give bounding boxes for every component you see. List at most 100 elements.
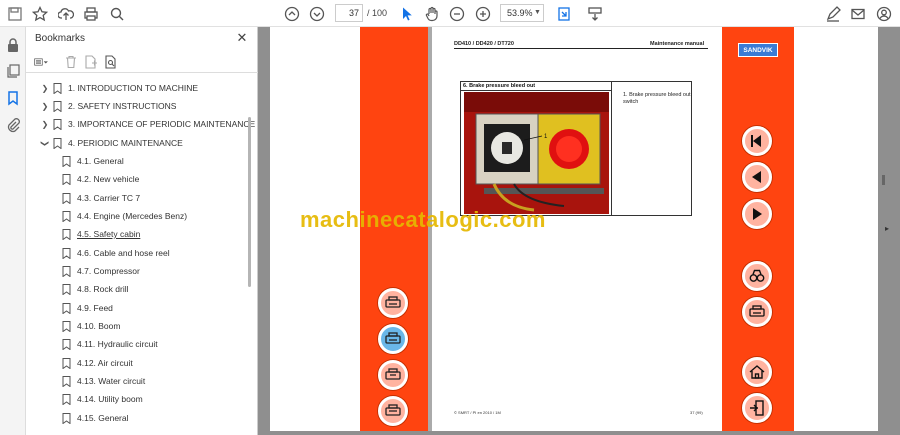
home-button[interactable] [742,357,772,387]
page-down-icon[interactable] [306,3,328,25]
mail-icon[interactable] [847,3,869,25]
star-icon[interactable] [29,3,51,25]
bookmark-item[interactable]: 4.15. General [62,409,129,427]
bookmark-toolbar [26,51,258,73]
bookmark-label: 4.9. Feed [77,303,113,313]
page-up-icon[interactable] [281,3,303,25]
bookmark-label: 4.10. Boom [77,321,121,331]
account-icon[interactable] [873,3,895,25]
zoom-out-icon[interactable] [446,3,468,25]
bookmark-item[interactable]: 4.13. Water circuit [62,372,145,390]
scroll-mode-icon[interactable] [584,3,606,25]
save-icon[interactable] [4,3,26,25]
bookmark-item[interactable]: ❯ 2. SAFETY INSTRUCTIONS [40,97,176,115]
bookmark-item[interactable]: 4.8. Rock drill [62,280,129,298]
bookmark-icon[interactable] [5,90,21,106]
bookmark-icon [62,375,71,387]
bookmark-item[interactable]: ❯ 3. IMPORTANCE OF PERIODIC MAINTENANCE [40,115,255,133]
print-manual-button[interactable] [742,297,772,327]
bookmark-icon [62,247,71,259]
bookmark-label: 4.13. Water circuit [77,376,146,386]
bookmark-label: 4.5. Safety cabin [77,229,141,239]
bookmark-item[interactable]: 4.6. Cable and hose reel [62,244,170,262]
bookmark-label: 4.7. Compressor [77,266,140,276]
bookmark-label: 4.3. Carrier TC 7 [77,193,141,203]
next-page-button[interactable] [742,199,772,229]
bookmark-item[interactable]: ❯ 4. PERIODIC MAINTENANCE [40,134,183,152]
pages-icon[interactable] [5,63,21,79]
bookmark-item[interactable]: 4.7. Compressor [62,262,140,280]
main-toolbar: 37 / 100 53.9% ▼ [0,0,900,27]
print-setup-button[interactable] [378,396,408,426]
bookmark-item[interactable]: 4.5. Safety cabin [62,225,140,243]
new-bookmark-icon[interactable] [84,55,100,69]
zoom-search-icon[interactable] [106,3,128,25]
bookmark-item[interactable]: 4.4. Engine (Mercedes Benz) [62,207,187,225]
bookmark-item[interactable]: 4.2. New vehicle [62,170,139,188]
chevron-right-icon[interactable]: ❯ [40,120,50,129]
page-number-input[interactable]: 37 [335,4,363,22]
print-document-button[interactable] [378,324,408,354]
zoom-in-icon[interactable] [472,3,494,25]
bookmark-label: 4.6. Cable and hose reel [77,248,170,258]
print-icon[interactable] [80,3,102,25]
bookmarks-panel: Bookmarks ✕ ❯ 1. INTRODUCTION TO MACHINE… [26,27,258,435]
find-button[interactable] [742,261,772,291]
attachment-icon[interactable] [5,117,21,133]
page-header-left: DD410 / DD420 / DT720 [454,41,514,47]
zoom-dropdown-icon[interactable]: ▼ [534,9,541,16]
select-cursor-icon[interactable] [396,3,418,25]
bookmark-icon [62,412,71,424]
header-rule [454,48,708,49]
bookmark-icon [62,302,71,314]
figure-title-rule [461,90,611,91]
figure-divider [611,82,612,215]
bookmark-label: 4.2. New vehicle [77,174,140,184]
page-header-right: Maintenance manual [650,41,705,47]
bookmark-label: 1. INTRODUCTION TO MACHINE [68,83,199,93]
bookmark-item[interactable]: 4.10. Boom [62,317,120,335]
bookmark-icon [53,137,62,149]
fit-page-icon[interactable] [553,3,575,25]
bookmark-item[interactable]: ❯ 1. INTRODUCTION TO MACHINE [40,79,198,97]
sign-icon[interactable] [822,3,844,25]
watermark-text: machinecatalogic.com [300,207,546,232]
document-scrollbar[interactable] [882,175,885,185]
bookmark-item[interactable]: 4.12. Air circuit [62,354,133,372]
lock-icon[interactable] [5,37,21,53]
panel-scrollbar[interactable] [248,117,251,287]
expand-right-icon[interactable]: ▸ [885,224,889,233]
hand-icon[interactable] [421,3,443,25]
bookmark-item[interactable]: 4.3. Carrier TC 7 [62,189,140,207]
bookmark-label: 4.1. General [77,156,124,166]
bookmark-item[interactable]: 4.1. General [62,152,124,170]
bookmark-label: 4.8. Rock drill [77,284,129,294]
exit-button[interactable] [742,393,772,423]
bookmark-search-icon[interactable] [104,55,120,69]
chevron-down-icon[interactable]: ❯ [41,138,50,148]
upload-icon[interactable] [55,3,77,25]
page-total-label: / 100 [367,8,388,18]
close-icon[interactable]: ✕ [235,31,249,45]
chevron-right-icon[interactable]: ❯ [40,102,50,111]
bookmark-item[interactable]: 4.9. Feed [62,299,113,317]
options-menu-icon[interactable] [34,55,56,69]
print-page-button[interactable] [378,288,408,318]
bookmark-label: 4.4. Engine (Mercedes Benz) [77,211,188,221]
bookmark-label: 4.11. Hydraulic circuit [77,339,158,349]
bookmark-icon [62,155,71,167]
print-range-button[interactable] [378,360,408,390]
bookmark-item[interactable]: 4.11. Hydraulic circuit [62,335,158,353]
previous-page-button[interactable] [742,162,772,192]
bookmark-item[interactable]: 4.14. Utility boom [62,390,143,408]
first-page-button[interactable] [742,126,772,156]
bookmark-label: 4.14. Utility boom [77,394,143,404]
bookmark-icon [62,357,71,369]
bookmark-icon [62,320,71,332]
chevron-right-icon[interactable]: ❯ [40,84,50,93]
panel-title: Bookmarks [35,33,86,44]
bookmark-icon [53,82,62,94]
delete-icon[interactable] [64,55,80,69]
bookmark-icon [62,228,71,240]
bookmark-label: 3. IMPORTANCE OF PERIODIC MAINTENANCE [68,119,256,129]
